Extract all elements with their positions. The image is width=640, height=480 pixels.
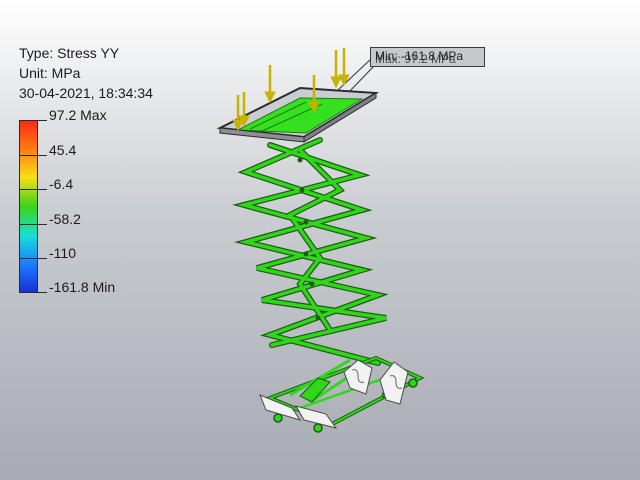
scissor-lift-model[interactable] bbox=[0, 0, 640, 480]
scissor-arms[interactable] bbox=[232, 137, 389, 366]
probe-max-label: Max: 97.2 MPa bbox=[375, 52, 456, 66]
min-max-probe-callout[interactable]: Min: -161.8 MPa Max: 97.2 MPa bbox=[370, 47, 485, 67]
